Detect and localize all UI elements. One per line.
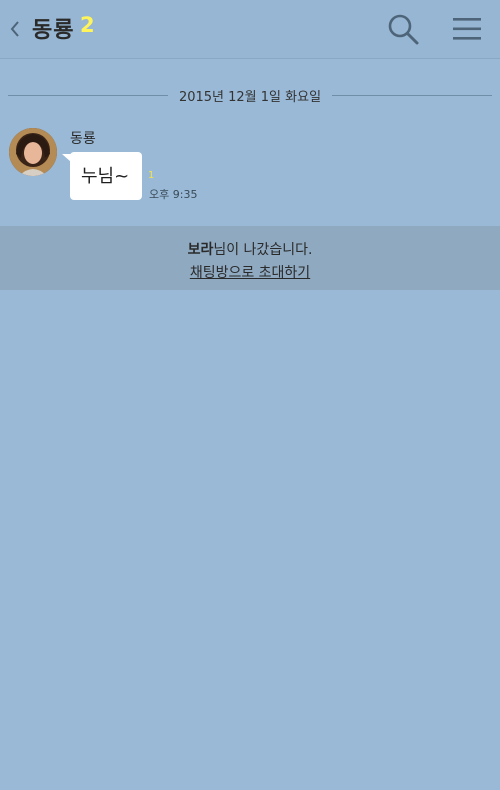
back-button[interactable] xyxy=(4,14,26,44)
left-user-name: 보라 xyxy=(187,242,214,258)
invite-link[interactable]: 채팅방으로 초대하기 xyxy=(190,265,310,281)
invite-link-row: 채팅방으로 초대하기 xyxy=(0,262,500,282)
system-notice: 보라님이 나갔습니다. 채팅방으로 초대하기 xyxy=(0,226,500,290)
message-bubble[interactable]: 누님~ xyxy=(70,152,142,200)
profile-photo-icon xyxy=(9,128,57,176)
date-divider: 2015년 12월 1일 화요일 xyxy=(8,84,492,108)
search-button[interactable] xyxy=(386,12,420,46)
message-time: 오후 9:35 xyxy=(149,188,198,201)
chat-header: 동룡 2 xyxy=(0,0,500,59)
menu-button[interactable] xyxy=(451,14,483,44)
search-icon xyxy=(388,14,419,45)
avatar[interactable] xyxy=(9,128,57,176)
chat-title: 동룡 xyxy=(32,18,75,43)
member-count: 2 xyxy=(80,13,95,37)
unread-count: 1 xyxy=(148,170,155,181)
chevron-left-icon xyxy=(10,21,19,37)
hamburger-menu-icon xyxy=(453,18,481,40)
sender-name: 동룡 xyxy=(70,131,96,147)
left-notice-suffix: 님이 나갔습니다. xyxy=(213,242,313,258)
divider-line-right xyxy=(332,95,492,96)
left-notice: 보라님이 나갔습니다. xyxy=(0,239,500,259)
